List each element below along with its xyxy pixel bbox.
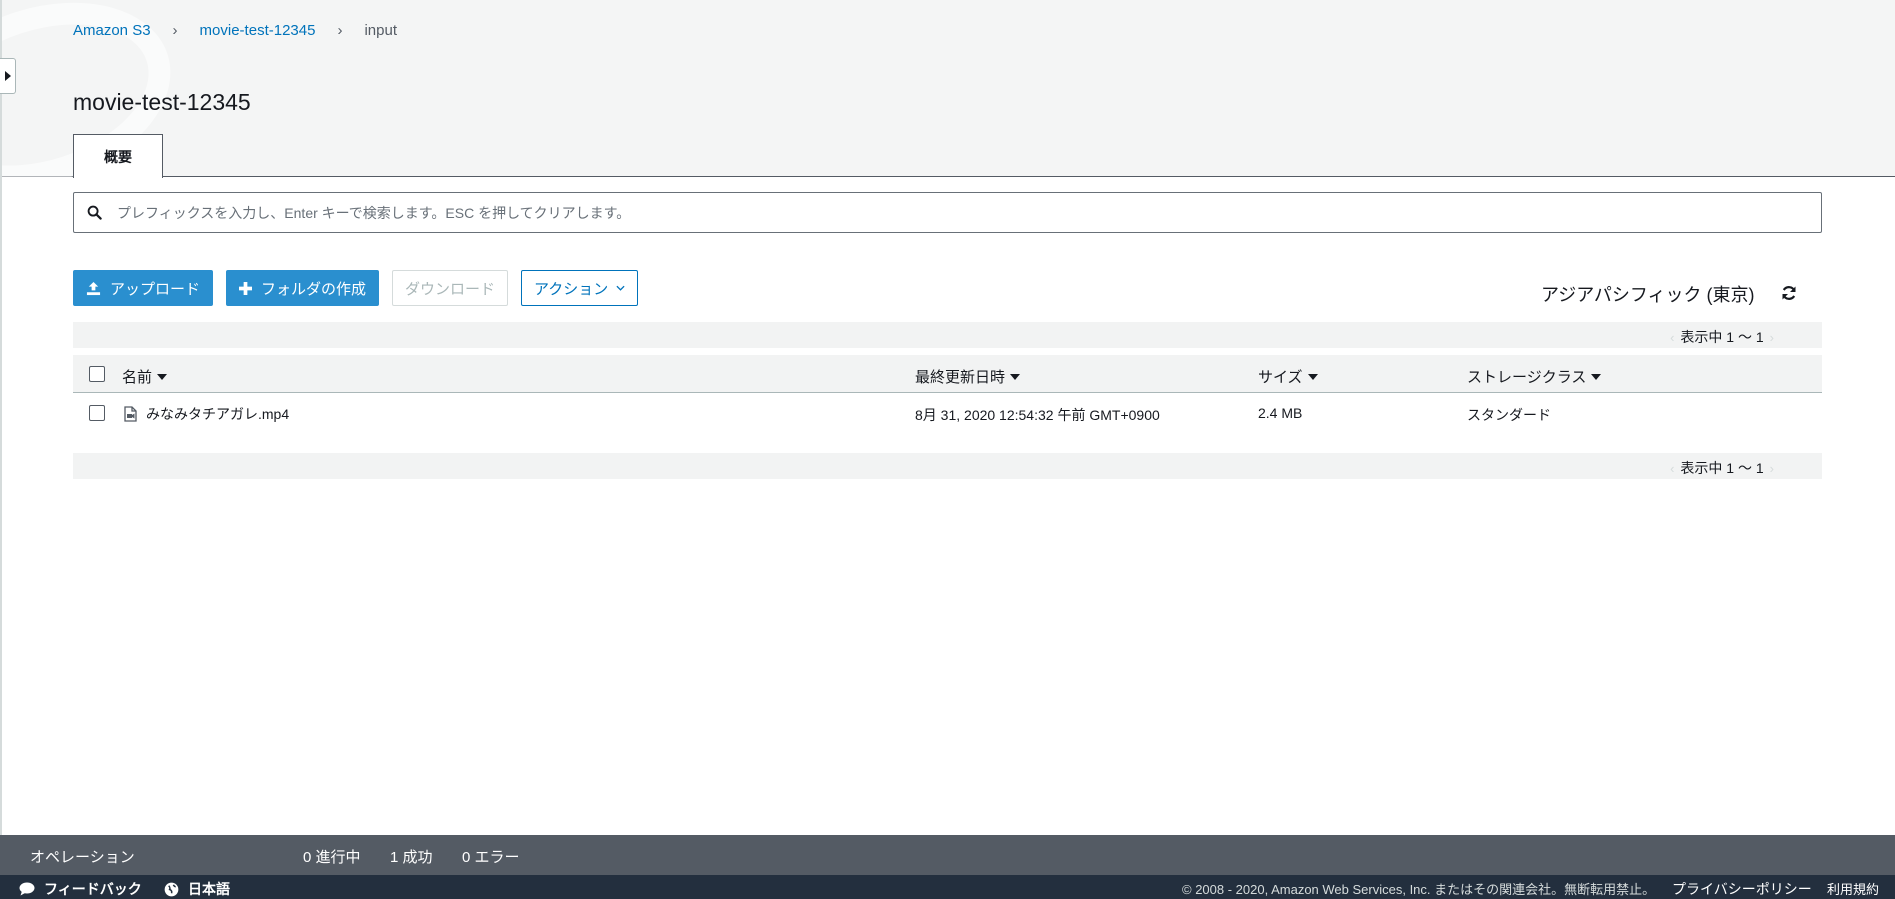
chevron-left-icon[interactable]: ‹: [1670, 330, 1674, 345]
caret-down-icon: [1307, 373, 1318, 380]
column-header-size[interactable]: サイズ: [1258, 366, 1318, 387]
breadcrumb-bucket[interactable]: movie-test-12345: [200, 22, 316, 39]
operations-label[interactable]: オペレーション: [30, 846, 135, 867]
search-icon: [74, 205, 114, 220]
create-folder-label: フォルダの作成: [261, 280, 367, 298]
create-folder-button[interactable]: フォルダの作成: [226, 270, 380, 306]
speech-bubble-icon: [19, 882, 35, 896]
pager-text: 表示中 1 ～ 1: [1680, 329, 1764, 345]
pager-top: ‹ 表示中 1 ～ 1 ›: [73, 322, 1822, 348]
plus-icon: [239, 281, 253, 295]
tab-overview[interactable]: 概要: [73, 134, 163, 178]
caret-down-icon: [1591, 373, 1602, 380]
column-header-label: ストレージクラス: [1467, 369, 1587, 386]
operations-in-progress: 0 進行中: [303, 849, 361, 866]
page-title: movie-test-12345: [73, 89, 251, 115]
download-label: ダウンロード: [405, 280, 496, 298]
language-selector[interactable]: 日本語: [164, 879, 230, 899]
caret-right-icon: [4, 71, 11, 81]
left-edge: [0, 0, 2, 899]
table-header: 名前 最終更新日時 サイズ ストレージクラス: [73, 355, 1822, 393]
upload-button[interactable]: アップロード: [73, 270, 214, 306]
column-header-modified[interactable]: 最終更新日時: [915, 366, 1021, 387]
pager-text: 表示中 1 ～ 1: [1680, 460, 1764, 476]
language-label: 日本語: [188, 881, 230, 897]
chevron-right-icon: ›: [172, 22, 178, 39]
operations-error: 0 エラー: [462, 849, 520, 866]
search-input[interactable]: [117, 204, 1821, 221]
file-name-link[interactable]: みなみタチアガレ.mp4: [124, 404, 289, 424]
caret-down-icon: [157, 373, 168, 380]
breadcrumb-root[interactable]: Amazon S3: [73, 22, 151, 39]
copyright-text: © 2008 - 2020, Amazon Web Services, Inc.…: [1182, 882, 1656, 897]
file-modified: 8月 31, 2020 12:54:32 午前 GMT+0900: [915, 407, 1160, 423]
chevron-left-icon[interactable]: ‹: [1670, 461, 1674, 476]
operations-bar[interactable]: オペレーション 0 進行中 1 成功 0 エラー: [0, 835, 1895, 875]
chevron-right-icon[interactable]: ›: [1770, 330, 1774, 345]
toolbar: アップロード フォルダの作成 ダウンロード アクション: [73, 270, 639, 306]
download-button[interactable]: ダウンロード: [392, 270, 509, 306]
file-icon: [124, 406, 137, 422]
refresh-icon[interactable]: [1781, 285, 1797, 301]
search-box: [73, 192, 1822, 233]
row-checkbox[interactable]: [89, 405, 105, 421]
upload-icon: [86, 281, 101, 296]
file-name: みなみタチアガレ.mp4: [146, 406, 290, 422]
actions-button[interactable]: アクション: [521, 270, 639, 306]
actions-label: アクション: [534, 280, 609, 298]
breadcrumb-current: input: [364, 22, 397, 39]
operations-success: 1 成功: [390, 849, 433, 866]
file-size: 2.4 MB: [1258, 405, 1303, 421]
feedback-label: フィードバック: [44, 881, 142, 897]
table-row[interactable]: みなみタチアガレ.mp4 8月 31, 2020 12:54:32 午前 GMT…: [73, 394, 1822, 434]
breadcrumb: Amazon S3 › movie-test-12345 › input: [73, 22, 397, 39]
column-header-storage[interactable]: ストレージクラス: [1467, 366, 1602, 387]
terms-link[interactable]: 利用規約: [1827, 879, 1879, 898]
column-header-label: サイズ: [1258, 369, 1303, 386]
column-header-name[interactable]: 名前: [122, 366, 168, 387]
column-header-label: 最終更新日時: [915, 369, 1006, 386]
chevron-right-icon: ›: [337, 22, 343, 39]
caret-down-icon: [1010, 373, 1021, 380]
file-storage-class: スタンダード: [1467, 407, 1551, 423]
upload-label: アップロード: [110, 280, 201, 298]
chevron-right-icon[interactable]: ›: [1770, 461, 1774, 476]
select-all-checkbox[interactable]: [89, 366, 105, 382]
privacy-policy-link[interactable]: プライバシーポリシー: [1672, 879, 1812, 899]
feedback-link[interactable]: フィードバック: [19, 879, 142, 899]
chevron-down-icon: [616, 285, 625, 291]
column-header-label: 名前: [122, 369, 153, 386]
globe-icon: [164, 882, 179, 897]
pager-bottom: ‹ 表示中 1 ～ 1 ›: [73, 453, 1822, 479]
region-label: アジアパシフィック (東京): [1541, 285, 1755, 305]
side-panel-toggle[interactable]: [0, 58, 16, 94]
footer: フィードバック 日本語 © 2008 - 2020, Amazon Web Se…: [0, 875, 1895, 899]
